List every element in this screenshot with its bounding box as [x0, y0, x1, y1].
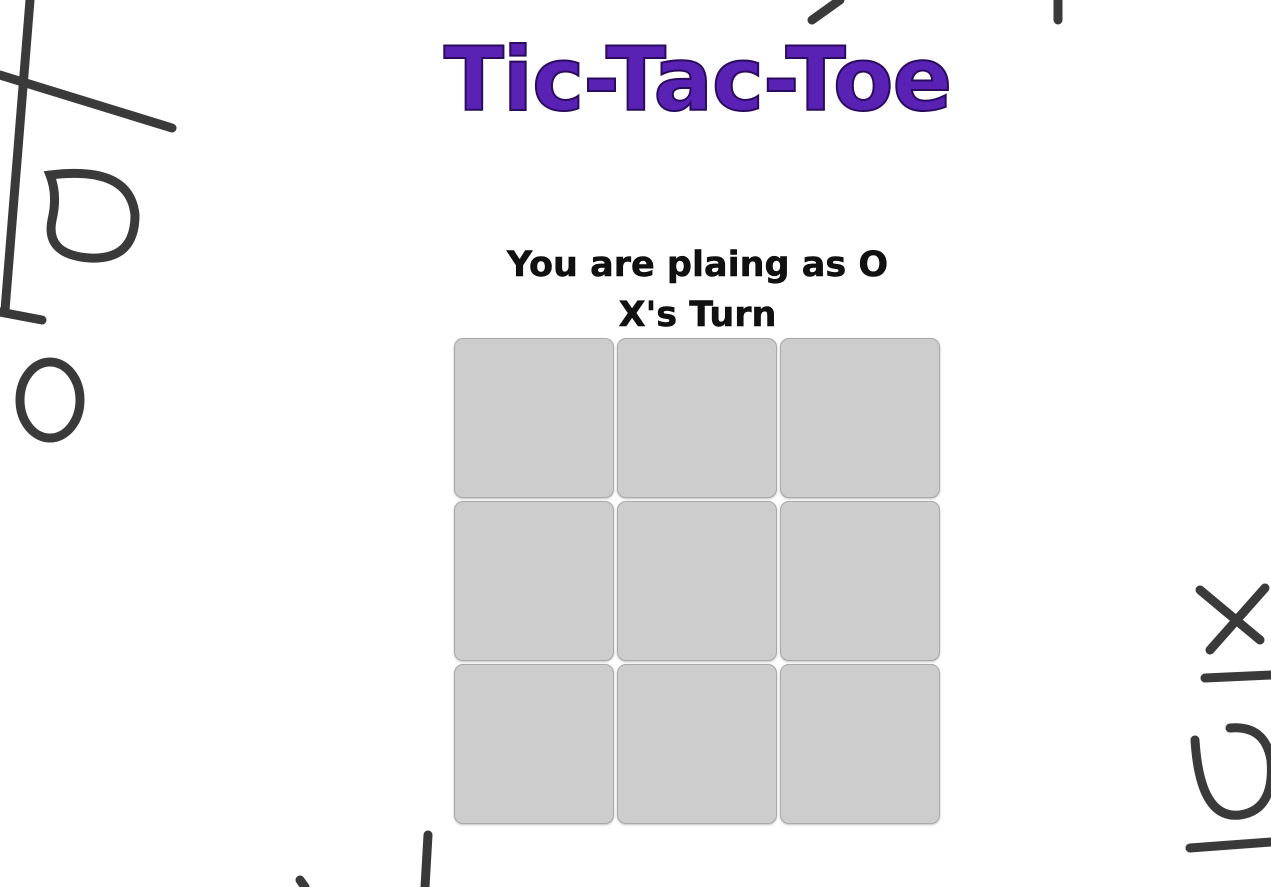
board-cell[interactable]	[617, 501, 777, 661]
doodle-o	[15, 357, 85, 443]
doodle-grid-line	[1185, 837, 1271, 853]
doodle-stroke	[295, 875, 310, 887]
doodle-x	[1205, 583, 1270, 655]
board-cell[interactable]	[780, 501, 940, 661]
board-cell[interactable]	[780, 338, 940, 498]
board-cell[interactable]	[454, 501, 614, 661]
game-board	[454, 338, 943, 827]
board-cell[interactable]	[617, 338, 777, 498]
player-info: You are plaing as O	[506, 245, 889, 286]
status-area: You are plaing as O X's Turn	[0, 240, 1271, 340]
doodle-o	[1190, 723, 1271, 820]
board-cell[interactable]	[617, 664, 777, 824]
board-cell[interactable]	[780, 664, 940, 824]
doodle-stroke	[807, 0, 845, 25]
doodle-stroke	[420, 830, 433, 887]
doodle-grid-line	[1200, 670, 1271, 683]
board-cell[interactable]	[454, 664, 614, 824]
doodle-x	[1195, 585, 1265, 645]
turn-indicator: X's Turn	[618, 295, 777, 336]
game-title: Tic-Tac-Toe	[443, 28, 953, 131]
board-cell[interactable]	[454, 338, 614, 498]
